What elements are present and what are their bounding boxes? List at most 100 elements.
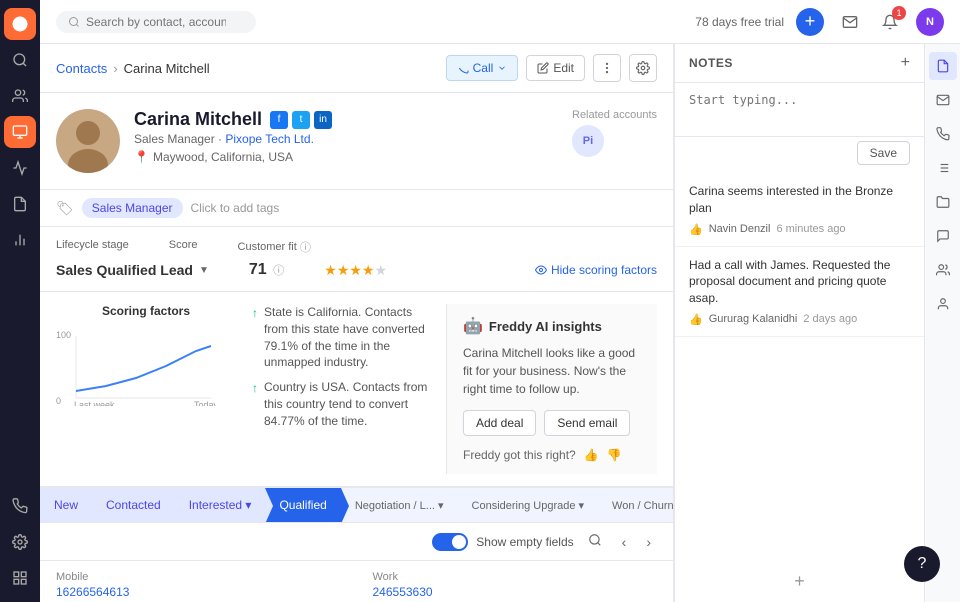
sidebar-reports-icon[interactable] (4, 224, 36, 256)
edit-button[interactable]: Edit (526, 55, 585, 81)
sidebar-contacts-icon[interactable] (4, 80, 36, 112)
call-button[interactable]: Call (446, 55, 519, 81)
facebook-icon[interactable]: f (270, 111, 288, 129)
phone-icon (457, 62, 469, 74)
social-icons: f t in (270, 111, 332, 129)
trial-badge: 78 days free trial (695, 15, 784, 29)
right-icon-phone[interactable] (929, 120, 957, 148)
right-icon-user-check[interactable] (929, 290, 957, 318)
customer-fit-info-icon[interactable]: ⓘ (300, 239, 311, 255)
add-tag-button[interactable]: Click to add tags (191, 201, 280, 215)
more-options-button[interactable] (593, 54, 621, 82)
pipeline-stage-negotiation[interactable]: Negotiation / L... ▾ (341, 489, 458, 522)
freddy-feedback: Freddy got this right? 👍 👎 (463, 448, 641, 462)
details-toolbar: Show empty fields ‹ › (40, 523, 673, 561)
breadcrumb: Contacts › Carina Mitchell Call Edit (40, 44, 673, 93)
note-author-1: Navin Denzil (709, 223, 771, 235)
pipeline-stage-considering[interactable]: Considering Upgrade ▾ (458, 489, 599, 522)
right-icons-sidebar (924, 44, 960, 602)
score-info-icon[interactable]: ⓘ (273, 265, 284, 277)
right-icon-users[interactable] (929, 256, 957, 284)
sidebar-search-icon[interactable] (4, 44, 36, 76)
top-navigation: 78 days free trial + 1 N (40, 0, 960, 44)
stage-dropdown-icon: ▼ (199, 265, 209, 276)
sidebar-logo[interactable]: fs (4, 8, 36, 40)
add-button[interactable]: + (796, 8, 824, 36)
pipeline-stage-interested[interactable]: Interested ▾ (175, 488, 266, 522)
x-end-label: Today (194, 400, 216, 406)
right-icon-folder[interactable] (929, 188, 957, 216)
contact-info: Carina Mitchell f t in Sales Manager · P… (134, 109, 558, 173)
scoring-chart: 100 0 Last week Today (56, 326, 216, 406)
sidebar-accounts-icon[interactable] (4, 116, 36, 148)
contact-name-row: Carina Mitchell f t in (134, 109, 558, 130)
right-icon-list[interactable] (929, 154, 957, 182)
avatar-image (56, 109, 120, 173)
notes-header: NOTES + (675, 44, 924, 83)
left-sidebar: fs (0, 0, 40, 602)
note-text-1: Carina seems interested in the Bronze pl… (689, 183, 910, 217)
right-icon-note[interactable] (929, 52, 957, 80)
notes-add-button[interactable]: + (901, 54, 910, 72)
note-like-icon-2[interactable]: 👍 (689, 313, 703, 326)
related-account-badge[interactable]: Pi (572, 125, 604, 157)
send-email-button[interactable]: Send email (544, 410, 630, 436)
contact-company-link[interactable]: Pixope Tech Ltd. (225, 132, 314, 146)
note-like-icon-1[interactable]: 👍 (689, 223, 703, 236)
details-search-icon[interactable] (582, 531, 608, 552)
lifecycle-stage-label: Lifecycle stage (56, 239, 129, 255)
pipeline-stage-contacted[interactable]: Contacted (92, 488, 175, 522)
note-item-2: Had a call with James. Requested the pro… (675, 247, 924, 337)
email-icon[interactable] (836, 8, 864, 36)
details-next-icon[interactable]: › (640, 532, 657, 552)
search-bar[interactable] (56, 11, 256, 33)
contact-name: Carina Mitchell (134, 109, 262, 130)
toggle-thumb (452, 535, 466, 549)
breadcrumb-parent-link[interactable]: Contacts (56, 61, 107, 76)
show-empty-toggle[interactable] (432, 533, 468, 551)
right-icon-chat[interactable] (929, 222, 957, 250)
lifecycle-stage-selector[interactable]: Sales Qualified Lead ▼ (56, 262, 209, 278)
right-icon-email[interactable] (929, 86, 957, 114)
sidebar-deals-icon[interactable] (4, 152, 36, 184)
pipeline-stage-new[interactable]: New (40, 488, 92, 522)
sidebar-phone-icon[interactable] (4, 490, 36, 522)
contact-header: Carina Mitchell f t in Sales Manager · P… (40, 93, 673, 190)
score-label: Score (169, 239, 198, 255)
thumbs-down-icon[interactable]: 👎 (607, 448, 622, 462)
sidebar-tasks-icon[interactable] (4, 188, 36, 220)
hide-scoring-link[interactable]: Hide scoring factors (535, 263, 657, 277)
twitter-icon[interactable]: t (292, 111, 310, 129)
note-time-1: 6 minutes ago (776, 223, 845, 235)
factor-up-arrow-1: ↑ (252, 305, 258, 322)
customer-fit-label: Customer fit ⓘ (238, 239, 311, 255)
notes-input-area (675, 83, 924, 137)
notes-save-button[interactable]: Save (857, 141, 910, 165)
search-icon (68, 16, 80, 28)
x-start-label: Last week (74, 400, 115, 406)
details-prev-icon[interactable]: ‹ (616, 532, 633, 552)
contact-avatar (56, 109, 120, 173)
sidebar-grid-icon[interactable] (4, 562, 36, 594)
note-author-2: Gururag Kalanidhi (709, 313, 798, 325)
notifications-icon[interactable]: 1 (876, 8, 904, 36)
lifecycle-labels: Lifecycle stage Score Customer fit ⓘ (56, 239, 657, 255)
linkedin-icon[interactable]: in (314, 111, 332, 129)
edit-icon (537, 62, 549, 74)
notes-add-more-button[interactable]: + (794, 571, 805, 592)
user-avatar[interactable]: N (916, 8, 944, 36)
notes-textarea[interactable] (689, 93, 910, 123)
add-deal-button[interactable]: Add deal (463, 410, 536, 436)
tag-badge[interactable]: Sales Manager (82, 198, 183, 218)
search-input[interactable] (86, 15, 226, 29)
thumbs-up-icon[interactable]: 👍 (584, 448, 599, 462)
tag-icon: 🏷 (56, 200, 74, 217)
sidebar-settings-icon[interactable] (4, 526, 36, 558)
pipeline-stage-won[interactable]: Won / Churned ▾ (598, 489, 673, 522)
svg-text:fs: fs (16, 20, 24, 30)
pipeline-stage-qualified[interactable]: Qualified (265, 488, 340, 522)
settings-button[interactable] (629, 54, 657, 82)
details-grid: Mobile 16266564613 Work 246553630 Sales … (40, 561, 673, 602)
help-button[interactable]: ? (904, 546, 940, 582)
freddy-actions: Add deal Send email (463, 410, 641, 436)
